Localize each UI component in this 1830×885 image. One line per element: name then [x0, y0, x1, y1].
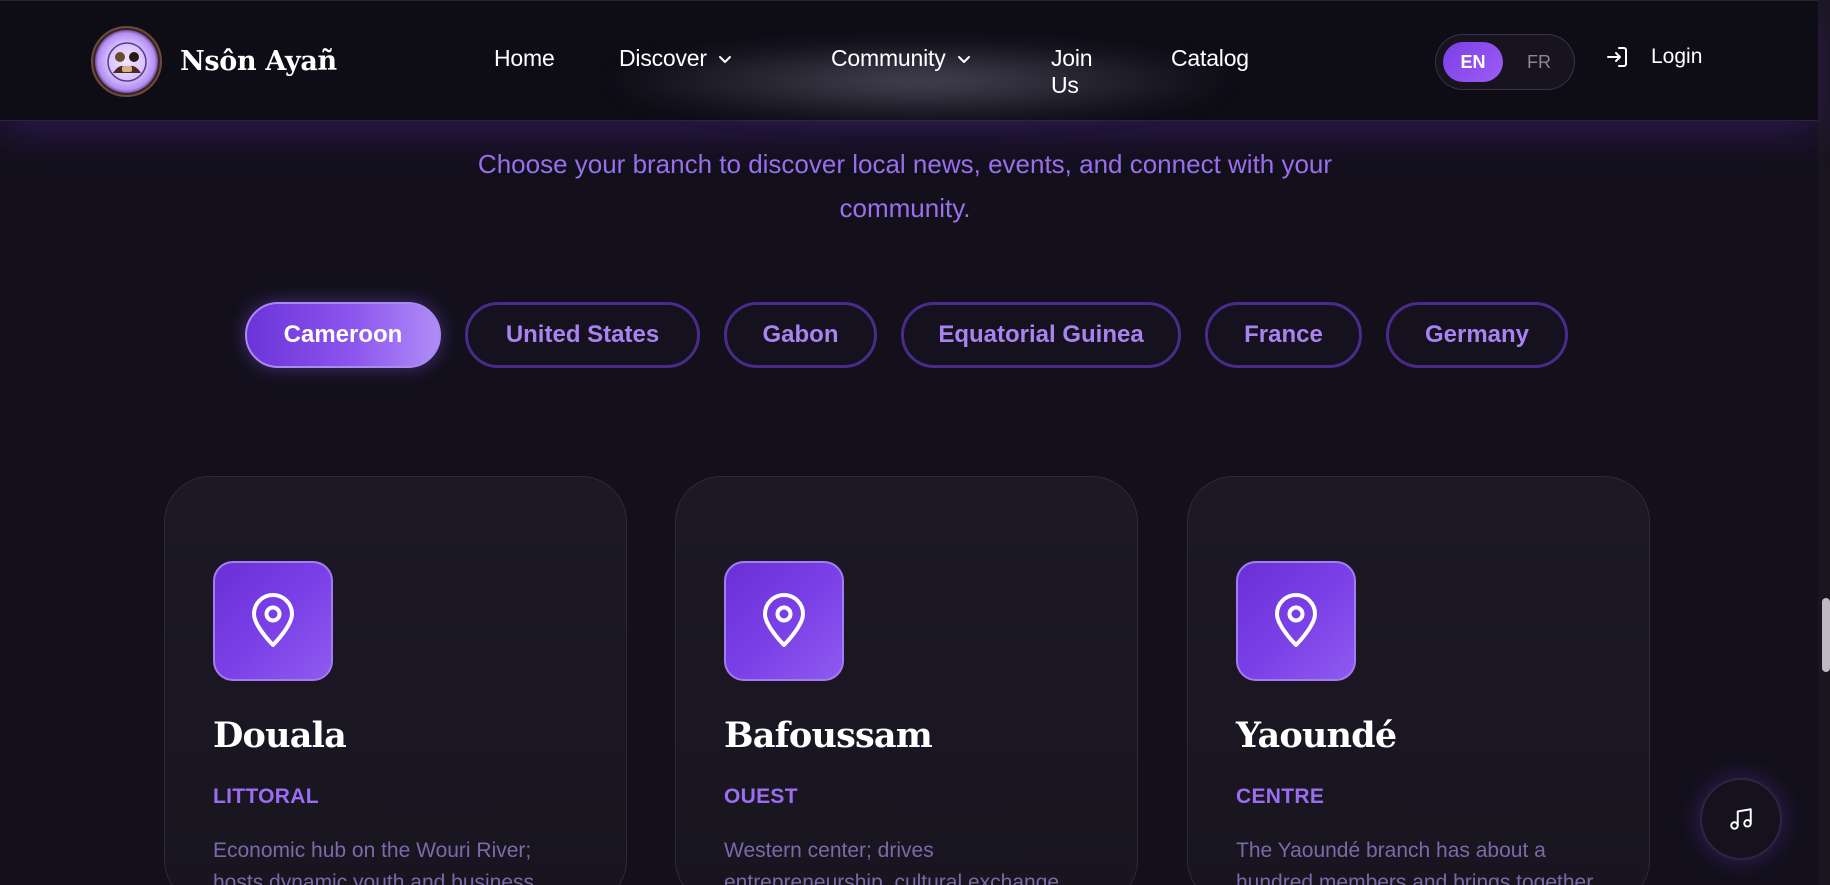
login-icon	[1607, 47, 1627, 67]
branch-city: Douala	[213, 715, 347, 756]
branch-city: Bafoussam	[724, 715, 933, 756]
country-tab-cameroon[interactable]: Cameroon	[245, 302, 441, 368]
chevron-down-icon	[718, 55, 731, 63]
nav-community-label: Community	[831, 45, 946, 71]
chevron-down-icon	[957, 55, 970, 63]
language-toggle: EN FR	[1435, 34, 1575, 90]
country-tab-equatorial-guinea[interactable]: Equatorial Guinea	[901, 302, 1181, 368]
login-button[interactable]: Login	[1605, 45, 1702, 69]
scrollbar-track[interactable]	[1818, 0, 1830, 885]
page: Nsôn Ayañ Home Discover Community Join U…	[0, 0, 1830, 885]
brand-logo[interactable]: Nsôn Ayañ	[91, 26, 337, 97]
language-option-fr[interactable]: FR	[1509, 42, 1569, 82]
scrollbar-thumb[interactable]	[1822, 598, 1830, 672]
map-pin-icon	[724, 561, 844, 681]
map-pin-icon	[1236, 561, 1356, 681]
nav-home-label: Home	[494, 45, 555, 71]
branch-description: The Yaoundé branch has about a hundred m…	[1236, 839, 1594, 885]
country-tab-gabon[interactable]: Gabon	[724, 302, 877, 368]
branch-card-douala[interactable]: Douala LITTORAL Economic hub on the Wour…	[164, 476, 627, 885]
country-tab-united-states[interactable]: United States	[465, 302, 700, 368]
nav-catalog[interactable]: Catalog	[1171, 45, 1249, 72]
login-label: Login	[1651, 45, 1703, 68]
association-emblem-icon	[91, 26, 162, 97]
branch-region: LITTORAL	[213, 785, 319, 808]
nav-join-us-label: Join Us	[1051, 45, 1093, 98]
branch-region: CENTRE	[1236, 785, 1325, 808]
branch-description: Western center; drives entrepreneurship,…	[724, 839, 1060, 885]
site-header: Nsôn Ayañ Home Discover Community Join U…	[0, 0, 1818, 121]
branch-city: Yaoundé	[1236, 715, 1397, 756]
branch-card-yaounde[interactable]: Yaoundé CENTRE The Yaoundé branch has ab…	[1187, 476, 1650, 885]
branch-intro-text: Choose your branch to discover local new…	[477, 149, 1333, 223]
nav-discover-label: Discover	[619, 45, 707, 71]
language-option-en[interactable]: EN	[1443, 42, 1503, 82]
nav-discover[interactable]: Discover	[619, 45, 733, 72]
music-note-icon	[1730, 808, 1752, 830]
map-pin-icon	[213, 561, 333, 681]
branch-card-bafoussam[interactable]: Bafoussam OUEST Western center; drives e…	[675, 476, 1138, 885]
nav-join-us[interactable]: Join Us	[1051, 45, 1093, 99]
nav-community[interactable]: Community	[831, 45, 972, 72]
brand-name: Nsôn Ayañ	[180, 46, 337, 77]
nav-home[interactable]: Home	[494, 45, 555, 72]
branch-description: Economic hub on the Wouri River; hosts d…	[213, 839, 535, 885]
country-tab-france[interactable]: France	[1205, 302, 1362, 368]
music-toggle-button[interactable]	[1700, 778, 1782, 860]
nav-catalog-label: Catalog	[1171, 45, 1249, 71]
country-tab-germany[interactable]: Germany	[1386, 302, 1568, 368]
branch-region: OUEST	[724, 785, 798, 808]
